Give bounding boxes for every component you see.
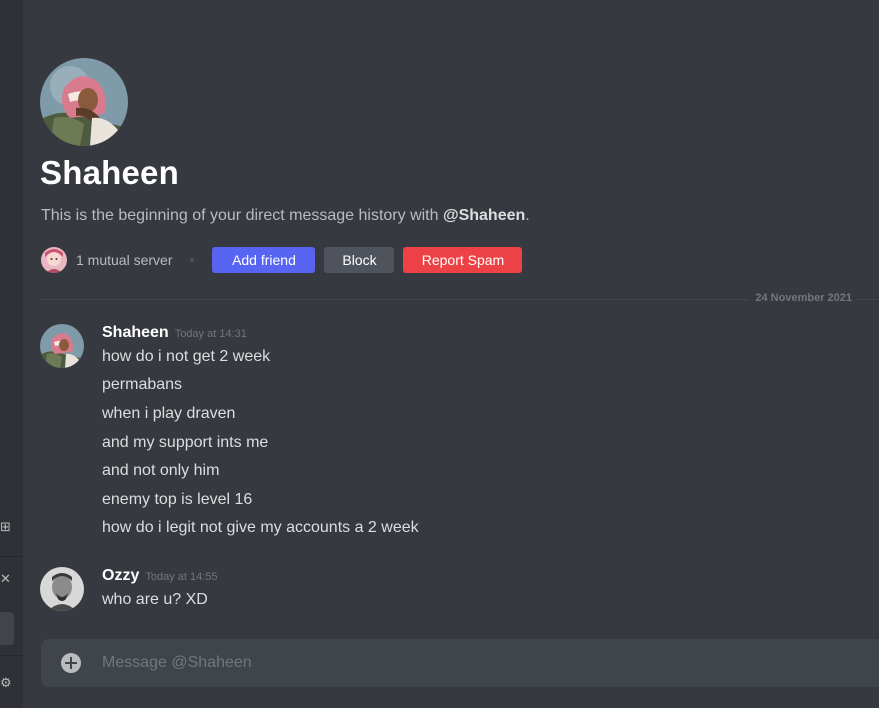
message-line: when i play draven <box>102 405 236 422</box>
mutual-servers-link[interactable]: 1 mutual server <box>76 252 172 268</box>
message-line: how do i not get 2 week <box>102 348 271 365</box>
message-line: enemy top is level 16 <box>102 491 253 508</box>
dm-chat-area: Shaheen This is the beginning of your di… <box>23 0 879 708</box>
message-timestamp: Today at 14:55 <box>145 571 218 583</box>
message-line: and my support ints me <box>102 434 269 451</box>
message-composer <box>41 639 879 687</box>
add-friend-button[interactable]: Add friend <box>212 247 316 273</box>
message-author[interactable]: Shaheen <box>102 324 169 341</box>
profile-actions: 1 mutual server Add friend Block Report … <box>41 247 523 273</box>
intro-handle[interactable]: @Shaheen <box>443 207 525 224</box>
sidebar-divider <box>0 556 23 557</box>
message-input[interactable] <box>102 639 872 687</box>
close-icon[interactable]: ✕ <box>0 572 12 586</box>
block-button[interactable]: Block <box>324 247 395 273</box>
message-line: and not only him <box>102 462 220 479</box>
message-line: permabans <box>102 376 183 393</box>
message-line: how do i legit not give my accounts a 2 … <box>102 519 419 536</box>
date-divider-label: 24 November 2021 <box>749 292 858 304</box>
author-avatar[interactable] <box>40 567 84 611</box>
controller-icon[interactable]: ⊞ <box>0 520 12 534</box>
mutual-server-icon[interactable] <box>41 247 67 273</box>
intro-prefix: This is the beginning of your direct mes… <box>41 207 443 224</box>
profile-name: Shaheen <box>40 154 179 191</box>
message-timestamp: Today at 14:31 <box>174 328 247 340</box>
left-sidebar: ⊞ ✕ ⚙ <box>0 0 23 708</box>
message-header: Shaheen Today at 14:31 <box>102 324 247 342</box>
author-avatar[interactable] <box>40 324 84 368</box>
message-header: Ozzy Today at 14:55 <box>102 567 218 585</box>
message-author[interactable]: Ozzy <box>102 567 139 584</box>
sidebar-panel[interactable] <box>0 612 14 645</box>
separator-dot <box>190 258 195 262</box>
message-line: who are u? XD <box>102 591 208 608</box>
profile-avatar[interactable] <box>40 58 128 146</box>
plus-circle-icon[interactable] <box>61 653 81 673</box>
dm-intro-text: This is the beginning of your direct mes… <box>41 207 530 225</box>
report-spam-button[interactable]: Report Spam <box>403 247 523 273</box>
intro-suffix: . <box>525 207 530 224</box>
gear-icon[interactable]: ⚙ <box>0 676 12 690</box>
sidebar-divider <box>0 655 23 656</box>
